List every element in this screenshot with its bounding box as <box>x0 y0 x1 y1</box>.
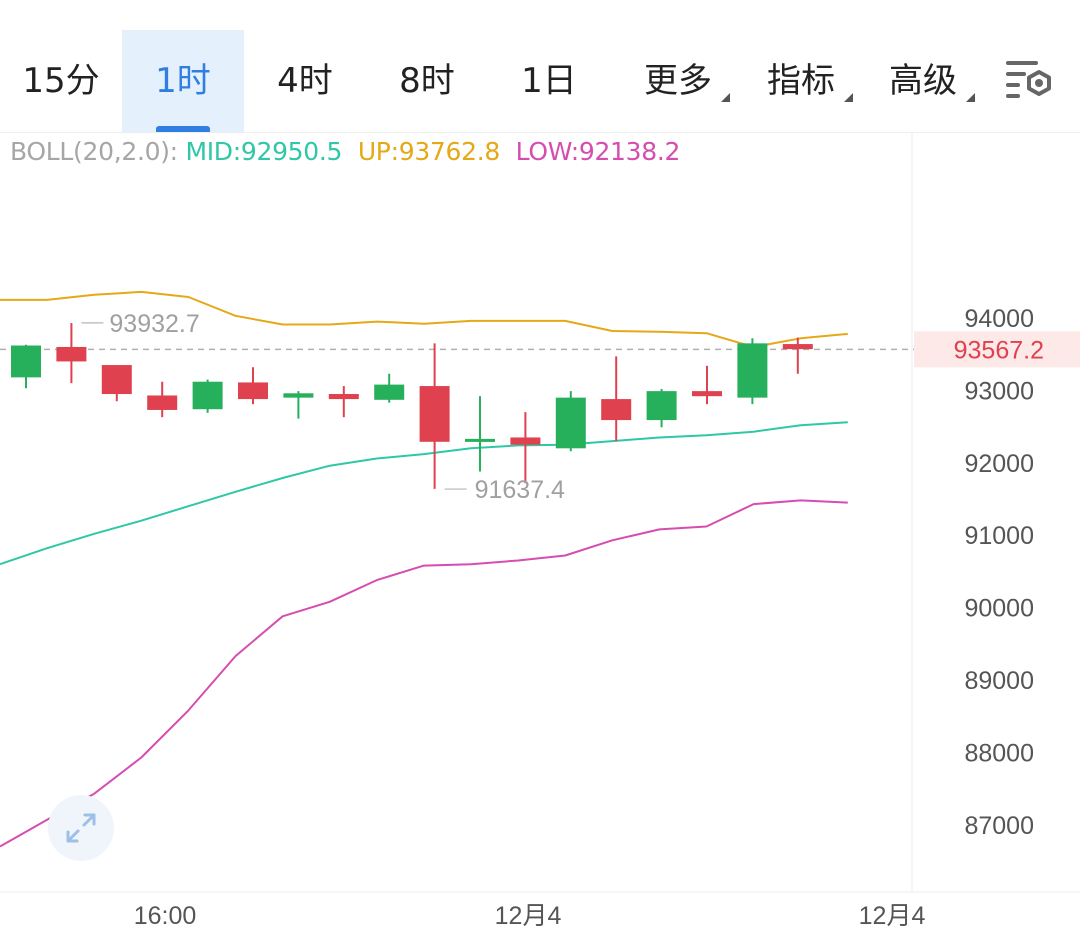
tab-15m[interactable]: 15分 <box>0 30 122 132</box>
tab-4h[interactable]: 4时 <box>244 30 366 132</box>
y-tick-label: 91000 <box>964 522 1034 550</box>
candle-body <box>601 399 632 421</box>
tab-label: 高级 <box>889 60 957 101</box>
chart-settings-icon <box>1006 61 1051 98</box>
y-tick-label: 87000 <box>964 812 1034 840</box>
dropdown-caret-icon <box>721 93 730 102</box>
tab-advanced[interactable]: 高级 <box>871 30 975 132</box>
expand-arrows-icon <box>66 813 96 843</box>
y-tick-label: 92000 <box>964 450 1034 478</box>
tab-label: 指标 <box>767 60 835 101</box>
candle-body <box>646 391 677 421</box>
low-marker-label: 91637.4 <box>475 476 565 504</box>
candle-body <box>737 343 768 398</box>
tab-8h[interactable]: 8时 <box>366 30 488 132</box>
candle-body <box>374 384 405 400</box>
candle-body <box>147 395 178 410</box>
timeframe-tabbar: 15分 1时 4时 8时 1日 更多 指标 高级 <box>0 0 1080 133</box>
tab-more[interactable]: 更多 <box>626 30 730 132</box>
candle-body <box>56 346 87 362</box>
high-marker-label: 93932.7 <box>109 310 199 338</box>
candle-body <box>192 381 223 410</box>
x-tick-label: 16:00 <box>134 902 197 927</box>
tab-1d[interactable]: 1日 <box>488 30 610 132</box>
candle-body <box>465 438 495 442</box>
boll-low-line <box>0 499 848 848</box>
candle-body <box>555 397 586 449</box>
candle-body <box>238 382 268 400</box>
tab-1h[interactable]: 1时 <box>122 30 244 132</box>
boll-mid-line <box>0 421 848 566</box>
candle-body <box>782 344 813 350</box>
current-price-label: 93567.2 <box>954 336 1044 364</box>
dropdown-caret-icon <box>966 93 975 102</box>
y-tick-label: 88000 <box>964 739 1034 767</box>
dropdown-caret-icon <box>844 93 853 102</box>
expand-chart-button[interactable] <box>48 795 114 861</box>
candlestick-chart[interactable]: 93932.7 91637.4 94000 93000 92000 91000 90000 8… <box>0 132 1080 927</box>
candle-body <box>692 391 722 397</box>
tab-label: 4时 <box>277 60 333 101</box>
candle-body <box>419 386 450 442</box>
candle-body <box>328 394 359 400</box>
tab-label: 15分 <box>22 60 100 101</box>
chart-settings-button[interactable] <box>1002 58 1056 104</box>
y-tick-label: 93000 <box>964 377 1034 405</box>
x-tick-label: 12月4 <box>859 902 926 927</box>
x-tick-label: 12月4 <box>495 902 562 927</box>
candle-body <box>510 437 541 445</box>
y-tick-label: 89000 <box>964 667 1034 695</box>
candle-body <box>283 393 314 398</box>
tab-label: 8时 <box>399 60 455 101</box>
candle-body <box>101 365 132 395</box>
tab-label: 1日 <box>521 60 577 101</box>
candle-body <box>11 345 41 378</box>
y-tick-label: 94000 <box>964 305 1034 333</box>
y-tick-label: 90000 <box>964 595 1034 623</box>
tab-indicators[interactable]: 指标 <box>749 30 853 132</box>
tab-label: 1时 <box>155 60 211 101</box>
tab-label: 更多 <box>644 60 712 101</box>
